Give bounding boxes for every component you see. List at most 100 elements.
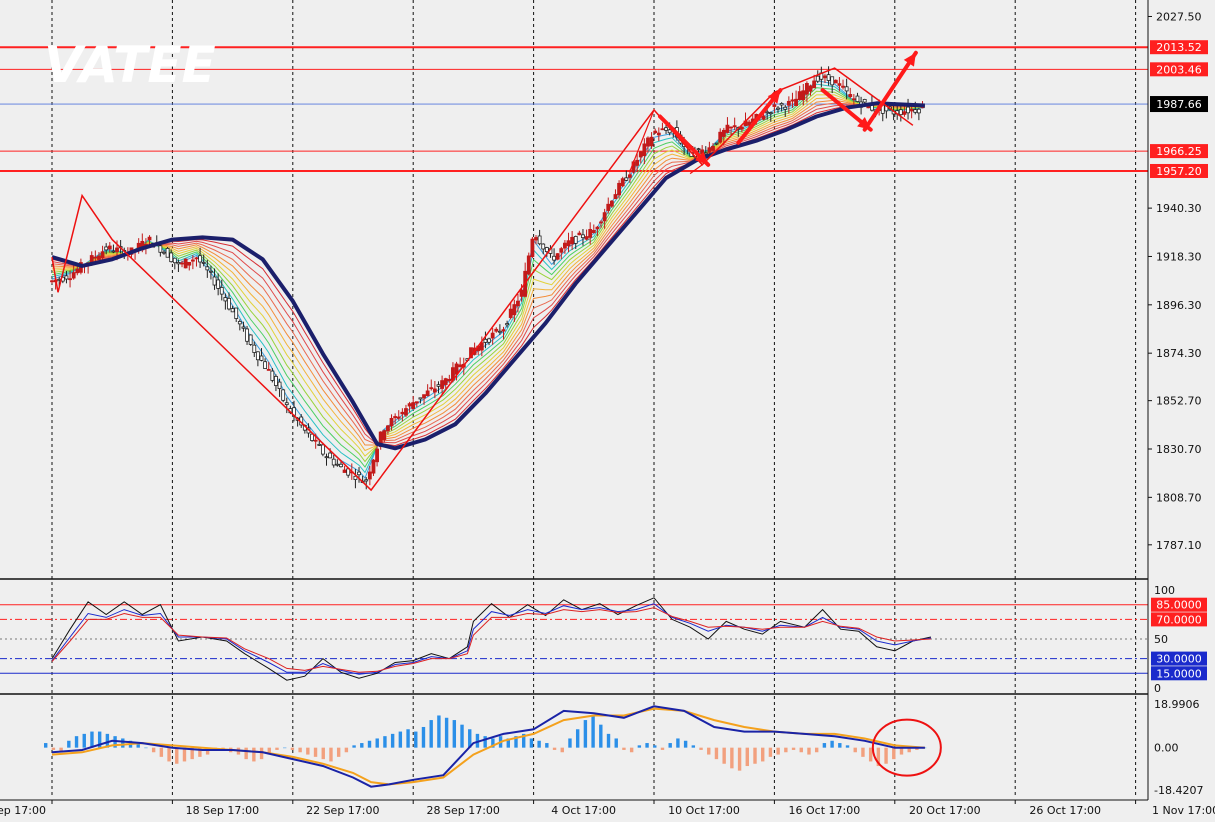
candle-body [721, 129, 726, 137]
candle-body [57, 278, 62, 281]
candle-body [794, 98, 798, 107]
candle-body [855, 95, 860, 102]
candle-body [266, 369, 271, 371]
candle-body [219, 287, 224, 295]
macd-histogram-bar [745, 747, 749, 767]
macd-histogram-bar [398, 731, 403, 748]
macd-histogram-bar [691, 745, 696, 748]
macd-histogram-bar [683, 740, 688, 748]
candle-body [512, 304, 517, 316]
candle-body [64, 275, 69, 280]
candle-body [573, 236, 578, 244]
macd-histogram-bar [629, 747, 634, 753]
candle-body [169, 252, 174, 263]
candle-body [653, 130, 658, 134]
macd-histogram-bar [90, 731, 94, 748]
macd-histogram-bar [653, 745, 657, 748]
candle-body [201, 261, 206, 264]
macd-histogram-bar [151, 747, 156, 753]
candle-body [223, 297, 228, 302]
y-tick-label: 1787.10 [1156, 539, 1202, 552]
macd-histogram-bar [329, 747, 333, 762]
macd-histogram-bar [784, 747, 788, 753]
macd-histogram-bar [383, 736, 387, 748]
price-level-label: 2013.52 [1156, 41, 1202, 54]
macd-histogram-bar [861, 747, 865, 757]
macd-histogram-bar [82, 733, 86, 748]
macd-histogram-bar [352, 745, 356, 748]
macd-histogram-bar [606, 733, 611, 748]
candle-body [180, 262, 184, 265]
candle-body [100, 251, 105, 258]
macd-histogram-bar [676, 738, 680, 748]
macd-histogram-bar [406, 729, 410, 748]
candle-body [761, 115, 766, 120]
macd-histogram-bar [845, 745, 850, 748]
candle-body [432, 388, 437, 393]
candle-body [732, 125, 737, 128]
candle-body [414, 401, 419, 404]
candle-body [613, 194, 618, 200]
macd-histogram-bar [390, 733, 395, 748]
candle-body [277, 381, 282, 389]
macd-histogram-bar [830, 740, 834, 748]
candle-body [418, 397, 423, 400]
candle-body [317, 443, 322, 446]
x-tick-label: 22 Sep 17:00 [306, 804, 379, 817]
candle-body [617, 182, 621, 196]
macd-histogram-bar [660, 747, 665, 750]
candle-body [404, 408, 408, 416]
candle-body [801, 90, 806, 101]
candle-body [245, 328, 249, 342]
chart-canvas[interactable]: 2027.50 1940.30 1918.30 1896.30 1874.30 1852.… [0, 0, 1215, 822]
candle-body [187, 261, 192, 266]
candle-body [490, 332, 495, 339]
macd-histogram-bar [537, 740, 541, 748]
candle-body [212, 276, 217, 286]
candle-body [176, 261, 181, 265]
candle-body [826, 74, 831, 81]
candle-body [790, 99, 795, 102]
candle-body [389, 417, 394, 427]
macd-histogram-bar [121, 738, 125, 748]
y-tick-label: 1830.70 [1156, 443, 1202, 456]
candle-body [563, 242, 567, 249]
candle-body [147, 236, 152, 241]
candle-body [205, 266, 210, 271]
candle-body [255, 351, 260, 361]
candle-body [320, 444, 325, 455]
candle-body [190, 259, 195, 262]
candle-body [422, 394, 426, 399]
candle-body [198, 255, 202, 263]
macd-histogram-bar [275, 747, 279, 750]
macd-histogram-bar [344, 747, 349, 753]
macd-histogram-bar [452, 720, 457, 748]
candle-body [324, 456, 329, 459]
candle-body [703, 152, 708, 155]
macd-histogram-bar [437, 715, 441, 748]
macd-histogram-bar [529, 738, 534, 748]
candle-body [310, 433, 314, 441]
y-tick-label: 2027.50 [1156, 10, 1202, 23]
candle-body [111, 250, 116, 253]
price-level-label: 2003.46 [1156, 63, 1202, 76]
watermark-logo: VATEE [44, 36, 216, 94]
candle-body [830, 76, 835, 86]
candle-body [386, 425, 390, 432]
candle-body [505, 323, 510, 326]
macd-histogram-bar [298, 747, 302, 753]
candle-body [284, 402, 289, 406]
candle-body [328, 452, 333, 459]
candle-body [581, 234, 585, 239]
macd-histogram-bar [707, 747, 711, 755]
macd-histogram-bar [645, 743, 649, 748]
candle-body [447, 379, 452, 382]
macd-histogram-bar [552, 747, 557, 750]
macd-histogram-bar [175, 747, 179, 764]
candle-body [862, 99, 867, 103]
candle-body [364, 479, 369, 482]
macd-histogram-bar [51, 747, 56, 750]
candle-body [783, 106, 788, 110]
candle-body [508, 308, 513, 318]
macd-histogram-bar [591, 715, 595, 748]
